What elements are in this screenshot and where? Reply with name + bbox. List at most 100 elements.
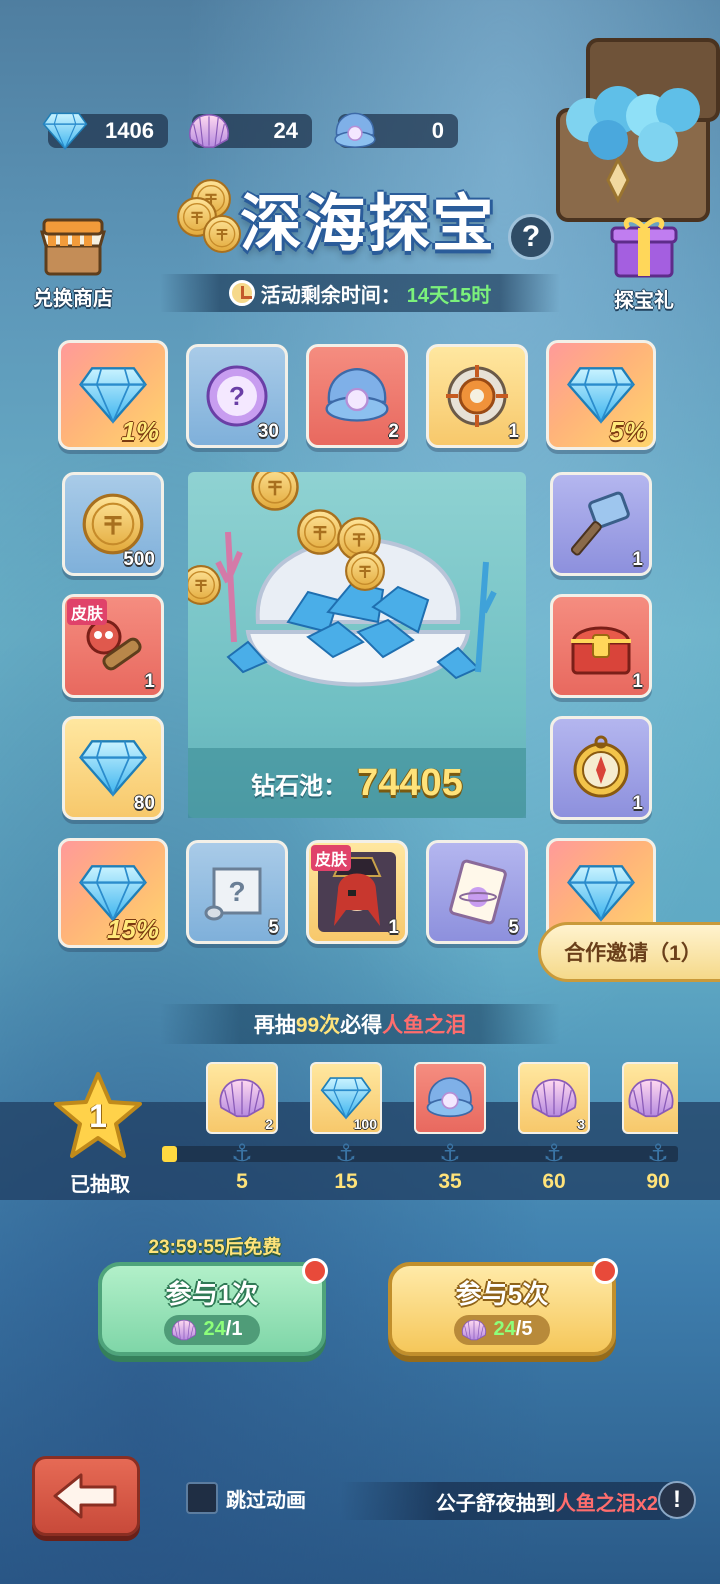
milestone-reward-5[interactable]: [622, 1062, 678, 1134]
pearl-clam-treasure-image: [188, 472, 497, 687]
target-badge-icon: [446, 365, 508, 427]
diamond-icon: [566, 864, 636, 922]
hint-prefix: 再抽: [253, 1014, 296, 1037]
pearl-balance: 0: [338, 114, 458, 148]
skip-animation-toggle[interactable]: 跳过动画: [186, 1482, 306, 1514]
reward-qty: 3: [577, 1116, 585, 1132]
grid-cell-qty: 1: [388, 917, 399, 938]
anchor-icon: ⚓: [335, 1140, 357, 1167]
help-button[interactable]: ?: [508, 214, 554, 260]
play-once-button[interactable]: 参与1次 24/1: [98, 1258, 328, 1356]
pearl-shell-icon: [322, 366, 392, 426]
grid-cell-r5c2: ? 5: [186, 840, 288, 944]
grid-cell-r1c5: 5%: [546, 340, 656, 450]
progress-fill: [162, 1146, 178, 1162]
back-button[interactable]: [32, 1456, 140, 1536]
diamond-icon: [78, 739, 148, 797]
coop-invite-button[interactable]: 合作邀请（1）: [538, 922, 720, 982]
hint-count: 99次: [295, 1014, 341, 1037]
free-countdown: 23:59:55后免费: [148, 1237, 282, 1258]
ticker-prefix: 公子舒夜抽到: [435, 1492, 556, 1515]
exchange-shop-button[interactable]: 兑换商店: [26, 214, 120, 311]
shell-balance: 24: [192, 114, 312, 148]
skip-animation-checkbox[interactable]: [186, 1482, 218, 1514]
shell-cost: /5: [515, 1318, 533, 1340]
notification-dot: [302, 1258, 328, 1284]
grid-cell-r5c1: 15%: [58, 838, 168, 948]
milestone-reward-1[interactable]: 2: [206, 1062, 278, 1134]
grid-cell-r1c2: ? 30: [186, 344, 288, 448]
timer-value: 14天15时: [406, 284, 492, 307]
treasure-chest-decoration: [556, 38, 720, 222]
event-timer: 活动剩余时间： 14天15时: [160, 274, 560, 312]
grid-cell-r2c5: 1: [550, 472, 652, 576]
grid-cell-qty: 1: [632, 549, 643, 570]
clock-icon: [228, 280, 255, 306]
svg-text:?: ?: [228, 876, 245, 907]
milestone-value: 90: [646, 1170, 670, 1193]
shell-have: 24: [203, 1318, 226, 1340]
integral-card-icon: [449, 859, 507, 925]
exchange-shop-label: 兑换商店: [33, 288, 113, 310]
hint-middle: 必得: [340, 1014, 383, 1037]
grid-cell-r1c4: 1: [426, 344, 528, 448]
milestone-reward-4[interactable]: 3: [518, 1062, 590, 1134]
grid-cell-qty: 1: [144, 671, 155, 692]
diamond-icon: [320, 1076, 372, 1120]
svg-text:?: ?: [229, 381, 245, 411]
grid-cell-r3c5: 1: [550, 594, 652, 698]
skin-tag: 皮肤: [311, 845, 352, 871]
anchor-icon: ⚓: [439, 1140, 461, 1167]
grid-cell-r4c5: 1: [550, 716, 652, 820]
gold-coin-icon: [81, 492, 145, 556]
grid-cell-qty: 5: [268, 917, 279, 938]
shell-icon: [625, 1076, 677, 1120]
reward-qty: 100: [353, 1116, 377, 1132]
diamond-count: 1406: [105, 118, 154, 143]
shell-count: 24: [273, 118, 298, 143]
play-five-label: 参与5次: [455, 1278, 549, 1309]
grid-cell-r5c4: 5: [426, 840, 528, 944]
shell-icon: [186, 108, 232, 154]
draw-broadcast-ticker: 公子舒夜抽到 人鱼之泪x2: [340, 1482, 670, 1520]
diamond-pool-label: 钻石池： 74405: [188, 748, 526, 818]
pearl-icon: [332, 108, 378, 154]
shell-icon: [528, 1076, 580, 1120]
milestone-value: 35: [438, 1170, 462, 1193]
skin-tag: 皮肤: [67, 599, 108, 625]
anchor-icon: ⚓: [543, 1140, 565, 1167]
pool-value: 74405: [357, 761, 463, 804]
grid-cell-qty: 30: [257, 421, 279, 442]
grid-cell-r2c1: 500: [62, 472, 164, 576]
pearl-shell-icon: [424, 1076, 476, 1120]
drawn-label: 已抽取: [70, 1174, 130, 1196]
grid-cell-r4c1: 80: [62, 716, 164, 820]
grid-cell-qty: 2: [388, 421, 399, 442]
diamond-balance: 1406: [48, 114, 168, 148]
reward-qty: 2: [265, 1116, 273, 1132]
skip-animation-label: 跳过动画: [226, 1489, 306, 1512]
grid-cell-r5c3: 皮肤 1: [306, 840, 408, 944]
milestone-reward-3[interactable]: [414, 1062, 486, 1134]
grid-cell-qty: 5: [508, 917, 519, 938]
grid-cell-badge: 1%: [121, 416, 159, 446]
play-five-button[interactable]: 参与5次 24/5: [388, 1258, 618, 1356]
event-title: 深海探宝: [239, 190, 496, 259]
grid-cell-qty: 80: [133, 793, 155, 814]
grid-cell-r1c3: 2: [306, 344, 408, 448]
anchor-icon: ⚓: [231, 1140, 253, 1167]
milestone-value: 5: [236, 1170, 248, 1193]
milestone-reward-2[interactable]: 100: [310, 1062, 382, 1134]
grid-cell-qty: 1: [508, 421, 519, 442]
grid-cell-r1c1: 1%: [58, 340, 168, 450]
treasure-chest-icon: [571, 626, 631, 675]
play-once-cost: 24/1: [163, 1314, 261, 1345]
hammer-icon: [570, 491, 630, 556]
grid-cell-badge: 15%: [106, 914, 159, 944]
grid-cell-qty: 1: [632, 793, 643, 814]
broadcast-info-button[interactable]: !: [658, 1481, 696, 1519]
treasure-gift-button[interactable]: 探宝礼: [604, 214, 684, 313]
milestone-value: 15: [334, 1170, 358, 1193]
hint-reward: 人鱼之泪: [382, 1014, 467, 1037]
shell-have: 24: [493, 1318, 516, 1340]
